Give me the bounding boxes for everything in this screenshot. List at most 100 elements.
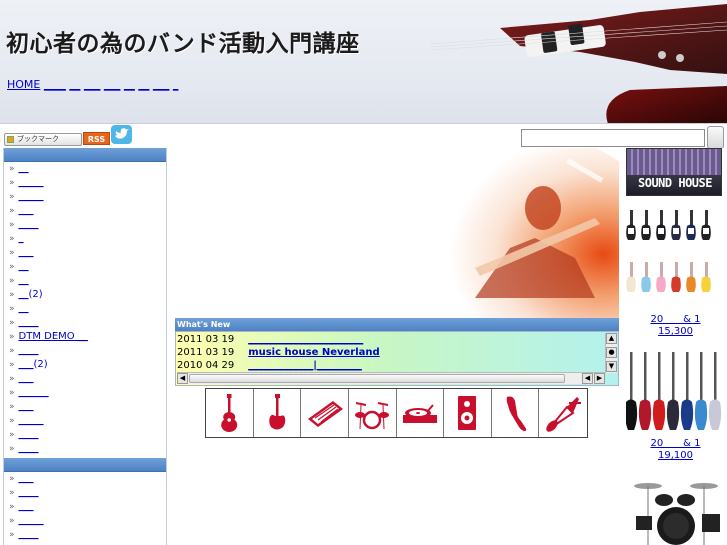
twitter-bird-icon[interactable] [111, 125, 132, 144]
scroll-right-icon[interactable]: ▶ [594, 373, 605, 384]
sidebar-item-link[interactable]: ______ [19, 387, 49, 398]
sidebar-item[interactable]: » ___ [4, 372, 166, 386]
electric-guitar-icon[interactable] [254, 389, 302, 437]
sidebar-item-link[interactable]: _____ [19, 415, 44, 426]
sidebar-item[interactable]: » ____ [4, 316, 166, 330]
double-chevron-icon: » [9, 178, 15, 188]
sidebar-item-link[interactable]: ___ [19, 373, 34, 384]
sidebar-item-link[interactable]: _ [19, 233, 24, 244]
sidebar-item-link[interactable]: DTM DEMO __ [19, 331, 88, 342]
product-price-link[interactable]: 15,300 [658, 326, 693, 337]
product-title-link[interactable]: 20 & 1 [650, 314, 700, 325]
sidebar-item-link[interactable]: _____ [19, 191, 44, 202]
stratocaster-set-image[interactable] [626, 208, 725, 316]
sidebar-item-link[interactable]: _____ [19, 515, 44, 526]
news-link[interactable]: _______________________ [248, 334, 363, 346]
nav-link[interactable]: __ [69, 78, 80, 91]
microphone-icon[interactable] [492, 389, 540, 437]
acoustic-guitar-icon[interactable] [206, 389, 254, 437]
sidebar-item[interactable]: » __(2) [4, 288, 166, 302]
news-link[interactable]: _____________|_________ [248, 360, 362, 372]
scroll-down-icon[interactable]: ▼ [606, 361, 617, 372]
sidebar-item-link[interactable]: ____ [19, 219, 39, 230]
scroll-left-icon[interactable]: ◀ [582, 373, 593, 384]
search-input[interactable] [521, 129, 705, 147]
sidebar-item-link[interactable]: __ [19, 289, 29, 300]
drum-kit-icon[interactable] [349, 389, 397, 437]
search-button[interactable] [707, 126, 724, 149]
scroll-thumb[interactable] [189, 374, 565, 383]
nav-link[interactable]: ____ [44, 78, 66, 91]
nav-link[interactable]: ___ [104, 78, 121, 91]
scroll-up-icon[interactable]: ▲ [606, 333, 617, 344]
rss-button[interactable]: RSS [83, 132, 110, 145]
sidebar-item[interactable]: » DTM DEMO __ [4, 330, 166, 344]
nav-link[interactable]: __ [124, 78, 135, 91]
sidebar-item[interactable]: » _____ [4, 190, 166, 204]
sidebar-item[interactable]: » __ [4, 274, 166, 288]
nav-link[interactable]: ___ [84, 78, 101, 91]
bass-guitar-set-image[interactable] [626, 350, 725, 438]
bookmark-button[interactable]: ブックマーク [4, 133, 82, 146]
scroll-left-icon[interactable]: ◀ [177, 373, 188, 384]
sidebar-item-link[interactable]: ____ [19, 443, 39, 454]
sidebar-item[interactable]: » ___ [4, 246, 166, 260]
sidebar-item-link[interactable]: ____ [19, 317, 39, 328]
sidebar-item[interactable]: » ____ [4, 442, 166, 456]
sidebar-item[interactable]: » ___ [4, 204, 166, 218]
sidebar-item-link[interactable]: ___ [19, 473, 34, 484]
sidebar-item-link[interactable]: ___ [19, 401, 34, 412]
sidebar-item[interactable]: » __ [4, 302, 166, 316]
drum-set-image[interactable] [626, 478, 725, 545]
site-header: 初心者の為のバンド活動入門講座 HOME ____ __ ___ ___ __ … [0, 0, 727, 124]
nav-home-link[interactable]: HOME [7, 78, 40, 91]
sidebar-item[interactable]: » ____ [4, 428, 166, 442]
sidebar-item[interactable]: » ____ [4, 528, 166, 542]
sidebar-item-count: (2) [33, 359, 48, 370]
sidebar-item-link[interactable]: _____ [19, 177, 44, 188]
product-price-link[interactable]: 19,100 [658, 450, 693, 461]
sidebar-item[interactable]: » ____ [4, 218, 166, 232]
sidebar-item[interactable]: » _____ [4, 514, 166, 528]
sidebar-item[interactable]: » ___ [4, 400, 166, 414]
double-chevron-icon: » [9, 332, 15, 342]
sidebar-item[interactable]: » ______ [4, 386, 166, 400]
sidebar-item[interactable]: » ____ [4, 344, 166, 358]
sidebar-item[interactable]: » __ [4, 260, 166, 274]
double-chevron-icon: » [9, 416, 15, 426]
stage-light-icon[interactable] [539, 389, 587, 437]
sidebar-item-link[interactable]: __ [19, 261, 29, 272]
turntable-icon[interactable] [397, 389, 445, 437]
nav-link[interactable]: __ [138, 78, 149, 91]
sidebar-item-link[interactable]: ____ [19, 429, 39, 440]
soundhouse-banner[interactable]: SOUND HOUSE [626, 148, 722, 196]
sidebar-item[interactable]: » _ [4, 232, 166, 246]
sidebar-item-link[interactable]: ____ [19, 487, 39, 498]
sidebar-item-link[interactable]: __ [19, 303, 29, 314]
news-vertical-scrollbar[interactable]: ▲ ● ▼ [605, 333, 617, 373]
sidebar-item-link[interactable]: ___ [19, 359, 34, 370]
scroll-thumb-icon[interactable]: ● [606, 347, 617, 358]
sidebar-item-link[interactable]: __ [19, 275, 29, 286]
sidebar-item[interactable]: » ___ [4, 472, 166, 486]
news-link[interactable]: music house Neverland [248, 347, 380, 359]
nav-link[interactable]: _ [173, 78, 179, 91]
sidebar-item-link[interactable]: ____ [19, 345, 39, 356]
sidebar-item-link[interactable]: ____ [19, 529, 39, 540]
sidebar-item-link[interactable]: ___ [19, 501, 34, 512]
sidebar-item[interactable]: » ___(2) [4, 358, 166, 372]
sidebar-item[interactable]: » ___ [4, 500, 166, 514]
nav-link[interactable]: ___ [153, 78, 170, 91]
sidebar-item[interactable]: » __ [4, 162, 166, 176]
speaker-icon[interactable] [444, 389, 492, 437]
sidebar-item[interactable]: » _____ [4, 176, 166, 190]
bookmark-label: ブックマーク [17, 135, 59, 143]
sidebar-item-link[interactable]: ___ [19, 247, 34, 258]
sidebar-item[interactable]: » _____ [4, 414, 166, 428]
sidebar-item[interactable]: » ____ [4, 486, 166, 500]
sidebar-item-link[interactable]: __ [19, 163, 29, 174]
keyboard-icon[interactable] [301, 389, 349, 437]
sidebar-item-link[interactable]: ___ [19, 205, 34, 216]
news-horizontal-scrollbar[interactable]: ◀ ◀ ▶ [177, 372, 605, 384]
product-title-link[interactable]: 20 & 1 [650, 438, 700, 449]
